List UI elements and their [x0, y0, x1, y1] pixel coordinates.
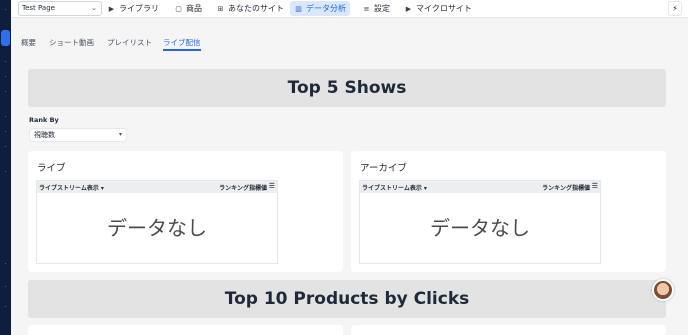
sliders-icon: ≡ [363, 5, 370, 13]
rail-icon[interactable]: · [0, 115, 11, 121]
nav-settings[interactable]: ≡ 設定 [358, 1, 394, 16]
play-icon: ▶ [405, 5, 412, 13]
rail-icon[interactable]: · [0, 305, 11, 311]
sort-icon[interactable]: ☰ [592, 182, 598, 190]
section-header-top-shows: Top 5 Shows [28, 69, 666, 107]
site-select[interactable]: Test Page ⌄ [18, 1, 102, 16]
section-title: Top 10 Products by Clicks [224, 289, 470, 309]
nav-analytics-label: データ分析 [306, 4, 346, 13]
rail-icon[interactable]: · [0, 130, 11, 136]
rail-active-item[interactable] [1, 30, 10, 46]
empty-state: データなし [430, 216, 530, 240]
bolt-icon[interactable]: ⚡ [668, 1, 682, 16]
column-header-metric: ランキング指標値 [219, 185, 267, 192]
nav-library[interactable]: ▶ ライブラリ [103, 1, 163, 16]
table-header: ライブストリーム表示 ▾ ランキング指標値 ☰ [37, 181, 277, 193]
ranking-table: ライブストリーム表示 ▾ ランキング指標値 ☰ データなし [359, 180, 601, 264]
app-root: · · · · · · · · · · · Test Page ⌄ ▶ ライブラリ… [0, 0, 688, 335]
rank-by-label: Rank By [29, 116, 59, 124]
nav-products[interactable]: ▢ 商品 [170, 1, 206, 16]
card-title: アーカイブ [360, 163, 407, 174]
chart-icon: ▥ [295, 5, 302, 13]
tab-live-streams[interactable]: ライブ配信 [163, 37, 201, 51]
nav-microsite[interactable]: ▶ マイクロサイト [400, 1, 476, 16]
section-title: Top 5 Shows [287, 78, 407, 98]
products-card-left [28, 325, 343, 335]
rail-icon[interactable]: · [0, 8, 11, 14]
table-header: ライブストリーム表示 ▾ ランキング指標値 ☰ [360, 181, 600, 193]
empty-state: データなし [107, 216, 207, 240]
tab-playlists[interactable]: プレイリスト [107, 37, 152, 48]
rail-icon[interactable]: · [0, 75, 11, 81]
tab-short-videos[interactable]: ショート動画 [49, 37, 94, 48]
rail-icon[interactable]: · [0, 145, 11, 151]
card-title: ライブ [37, 163, 66, 174]
section-header-top-products: Top 10 Products by Clicks [28, 280, 666, 318]
support-avatar[interactable] [652, 279, 674, 301]
tab-overview[interactable]: 概要 [21, 37, 36, 48]
archive-card: アーカイブ ライブストリーム表示 ▾ ランキング指標値 ☰ データなし [351, 151, 666, 272]
rank-by-select[interactable]: 視聴数 ▾ [29, 128, 127, 142]
column-header-label: ライブストリーム表示 [362, 185, 422, 192]
column-header-metric: ランキング指標値 [542, 185, 590, 192]
nav-microsite-label: マイクロサイト [416, 4, 472, 13]
rail-icon[interactable]: · [0, 90, 11, 96]
nav-products-label: 商品 [186, 4, 202, 13]
sort-icon[interactable]: ☰ [269, 182, 275, 190]
ranking-table: ライブストリーム表示 ▾ ランキング指標値 ☰ データなし [36, 180, 278, 264]
column-header-stream[interactable]: ライブストリーム表示 ▾ [362, 183, 427, 192]
rail-icon[interactable]: · [0, 285, 11, 291]
bag-icon: ▢ [175, 5, 182, 13]
play-icon: ▶ [108, 5, 115, 13]
site-select-value: Test Page [22, 4, 55, 12]
caret-down-icon: ▾ [118, 131, 122, 138]
rail-icon[interactable]: · [0, 262, 11, 268]
layout-icon: ⊞ [217, 5, 224, 13]
column-header-stream[interactable]: ライブストリーム表示 ▾ [39, 183, 104, 192]
rail-icon[interactable]: · [0, 60, 11, 66]
rail-icon[interactable]: · [0, 170, 11, 176]
left-rail: · · · · · · · · · · · [0, 0, 11, 335]
top-navigation-bar: Test Page ⌄ ▶ ライブラリ ▢ 商品 ⊞ あなたのサイト ▥ データ分析 ≡… [11, 0, 688, 18]
nav-settings-label: 設定 [374, 4, 390, 13]
chevron-down-icon: ⌄ [91, 4, 97, 12]
nav-your-site-label: あなたのサイト [228, 4, 284, 13]
products-card-right [351, 325, 666, 335]
nav-library-label: ライブラリ [119, 4, 159, 13]
nav-your-site[interactable]: ⊞ あなたのサイト [212, 1, 288, 16]
nav-analytics[interactable]: ▥ データ分析 [290, 1, 350, 16]
rank-by-value: 視聴数 [34, 131, 55, 139]
live-card: ライブ ライブストリーム表示 ▾ ランキング指標値 ☰ データなし [28, 151, 343, 272]
column-header-label: ライブストリーム表示 [39, 185, 99, 192]
main-content: 概要 ショート動画 プレイリスト ライブ配信 Top 5 Shows Rank … [11, 19, 688, 335]
